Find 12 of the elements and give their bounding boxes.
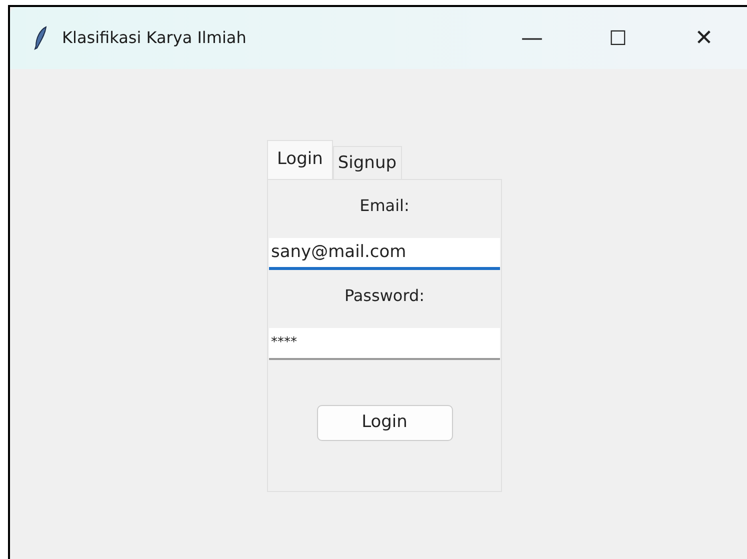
feather-icon <box>34 26 48 50</box>
tab[interactable]: Signup <box>332 146 402 178</box>
tab[interactable]: Login <box>267 140 333 178</box>
field-label: Email: <box>360 194 410 216</box>
input-field[interactable]: **** <box>269 328 500 360</box>
input-field[interactable]: sany@mail.com <box>269 238 500 270</box>
minimize-button[interactable]: — <box>489 7 575 69</box>
maximize-button[interactable]: ☐ <box>575 7 661 69</box>
field-label: Password: <box>344 284 425 306</box>
login-button[interactable]: Login <box>316 404 452 440</box>
close-button[interactable]: ✕ <box>661 7 747 69</box>
window-title: Klasifikasi Karya Ilmiah <box>62 27 246 49</box>
